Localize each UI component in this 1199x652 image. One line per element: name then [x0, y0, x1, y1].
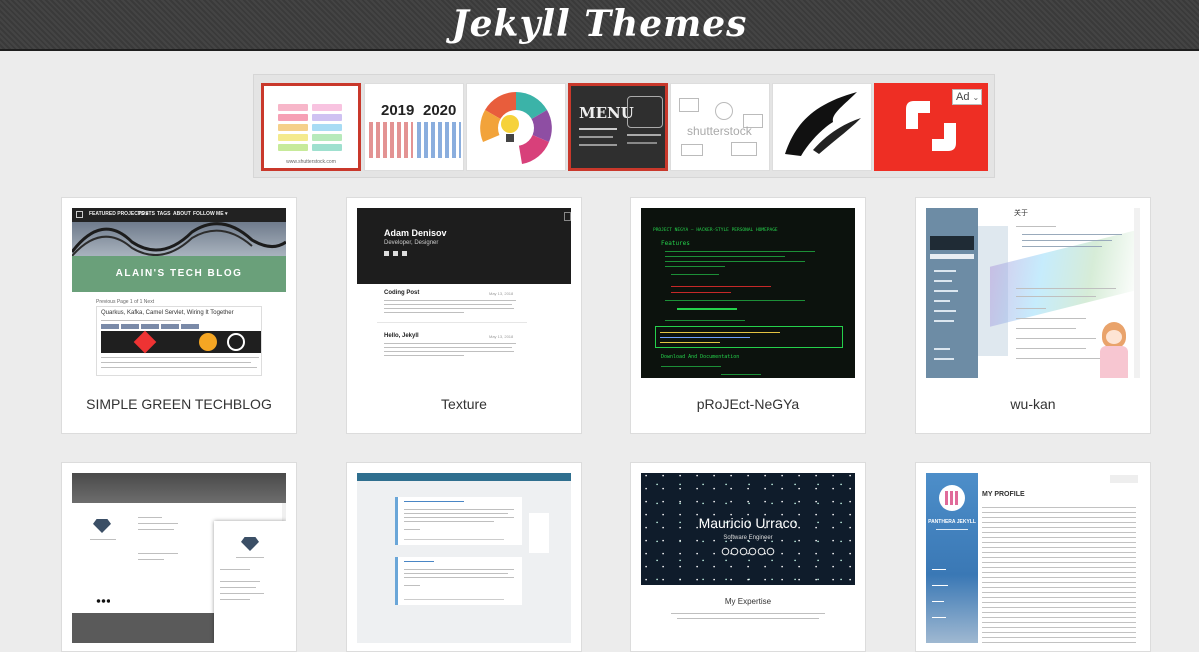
chevron-down-icon: ⌄	[972, 93, 980, 102]
ad-tile-color-swatches[interactable]: www.shutterstock.com	[261, 83, 361, 171]
coaster-icon	[72, 222, 286, 257]
ad-watermark: shutterstock	[687, 124, 752, 138]
preview-nav-item: ABOUT	[173, 211, 191, 217]
theme-thumbnail[interactable]: PANTHERA JEKYLL MY PROFILE	[926, 473, 1140, 643]
ad-tile-calendars[interactable]: 2019 2020	[364, 83, 464, 171]
ad-tile-shutterstock-logo[interactable]: Ad ⌄	[874, 83, 988, 171]
theme-thumbnail[interactable]: Mauricio Urraco Software Engineer My Exp…	[641, 473, 855, 643]
preview-photo	[72, 222, 286, 257]
preview-heading: 关于	[1014, 210, 1028, 217]
ad-tile-menu[interactable]: MENU	[568, 83, 668, 171]
preview-terminal-section: Download And Documentation	[661, 354, 740, 360]
theme-thumbnail[interactable]: PROJECT NEGYA — HACKER-STYLE PERSONAL HO…	[641, 208, 855, 378]
ad-badge-label: Ad	[956, 91, 970, 103]
preview-pager: Previous Page 1 of 1 Next	[96, 299, 155, 305]
ad-menu-label: MENU	[579, 104, 634, 122]
preview-brand: PANTHERA JEKYLL	[928, 519, 976, 525]
theme-card[interactable]: PROJECT NEGYA — HACKER-STYLE PERSONAL HO…	[630, 197, 866, 434]
preview-banner-title: ALAIN'S TECH BLOG	[115, 268, 243, 279]
preview-date: May 13, 2018	[489, 334, 514, 339]
theme-card[interactable]: PANTHERA JEKYLL MY PROFILE	[915, 462, 1151, 652]
ad-choices-badge[interactable]: Ad ⌄	[952, 89, 982, 105]
preview-date: May 13, 2018	[489, 291, 514, 296]
preview-person-name: Mauricio Urraco	[698, 515, 798, 531]
ad-year-2019: 2019	[381, 102, 415, 119]
preview-terminal-section: Features	[661, 240, 690, 247]
theme-thumbnail[interactable]	[357, 473, 571, 643]
preview-sidebar	[926, 208, 978, 378]
preview-post-title: Quarkus, Kafka, Camel Servlet, Wiring It…	[101, 310, 234, 316]
theme-thumbnail[interactable]: Adam Denisov Developer, Designer Coding …	[357, 208, 571, 378]
theme-name[interactable]: wu-kan	[916, 396, 1150, 412]
preview-person-role: Software Engineer	[723, 535, 773, 541]
theme-thumbnail[interactable]	[72, 473, 286, 643]
ad-tile-sketch[interactable]: shutterstock	[670, 83, 770, 171]
preview-terminal-heading: PROJECT NEGYA — HACKER-STYLE PERSONAL HO…	[653, 228, 778, 233]
preview-heading: MY PROFILE	[982, 491, 1025, 498]
gem-icon	[241, 537, 259, 551]
ad-banner[interactable]: www.shutterstock.com 2019 2020 MENU shut…	[253, 74, 995, 178]
ad-tile-caption: www.shutterstock.com	[286, 159, 336, 165]
site-title[interactable]: Jekyll Themes	[0, 2, 1199, 46]
preview-nav-item: POSTS	[138, 211, 155, 217]
preview-navbar	[357, 473, 571, 481]
theme-card[interactable]: Mauricio Urraco Software Engineer My Exp…	[630, 462, 866, 652]
preview-hero: Adam Denisov Developer, Designer	[357, 208, 571, 284]
theme-card[interactable]: FEATURED PROJECTS ▾ POSTS TAGS ABOUT FOL…	[61, 197, 297, 434]
preview-navbar: FEATURED PROJECTS ▾ POSTS TAGS ABOUT FOL…	[72, 208, 286, 222]
ad-year-2020: 2020	[423, 102, 457, 119]
theme-card[interactable]	[61, 462, 297, 652]
infographic-icon	[480, 92, 552, 164]
preview-hero: Mauricio Urraco Software Engineer	[641, 473, 855, 585]
site-header: Jekyll Themes	[0, 0, 1199, 51]
theme-thumbnail[interactable]: 关于	[926, 208, 1140, 378]
theme-name[interactable]: pRoJEct-NeGYa	[631, 396, 865, 412]
theme-card[interactable]: 关于 wu-kan	[915, 197, 1151, 434]
preview-role: Developer, Designer	[384, 240, 439, 246]
theme-thumbnail[interactable]: FEATURED PROJECTS ▾ POSTS TAGS ABOUT FOL…	[72, 208, 286, 378]
theme-card[interactable]	[346, 462, 582, 652]
brush-stroke-icon	[785, 92, 861, 156]
preview-banner: ALAIN'S TECH BLOG	[72, 256, 286, 292]
preview-section-title: My Expertise	[724, 597, 772, 606]
ad-tile-infographic[interactable]	[466, 83, 566, 171]
theme-name[interactable]: SIMPLE GREEN TECHBLOG	[62, 396, 296, 412]
preview-author: Adam Denisov	[384, 228, 447, 238]
preview-nav-item: TAGS	[157, 211, 171, 217]
preview-nav-item: FOLLOW ME ▾	[193, 211, 228, 217]
preview-sidebar: PANTHERA JEKYLL	[926, 473, 978, 643]
theme-name[interactable]: Texture	[347, 396, 581, 412]
anime-girl-icon	[1096, 320, 1132, 378]
theme-card[interactable]: Adam Denisov Developer, Designer Coding …	[346, 197, 582, 434]
social-icons	[721, 547, 775, 556]
preview-post-title: Coding Post	[384, 290, 420, 296]
ad-tile-brush[interactable]	[772, 83, 872, 171]
preview-post-title: Hello, Jekyll	[384, 333, 419, 339]
